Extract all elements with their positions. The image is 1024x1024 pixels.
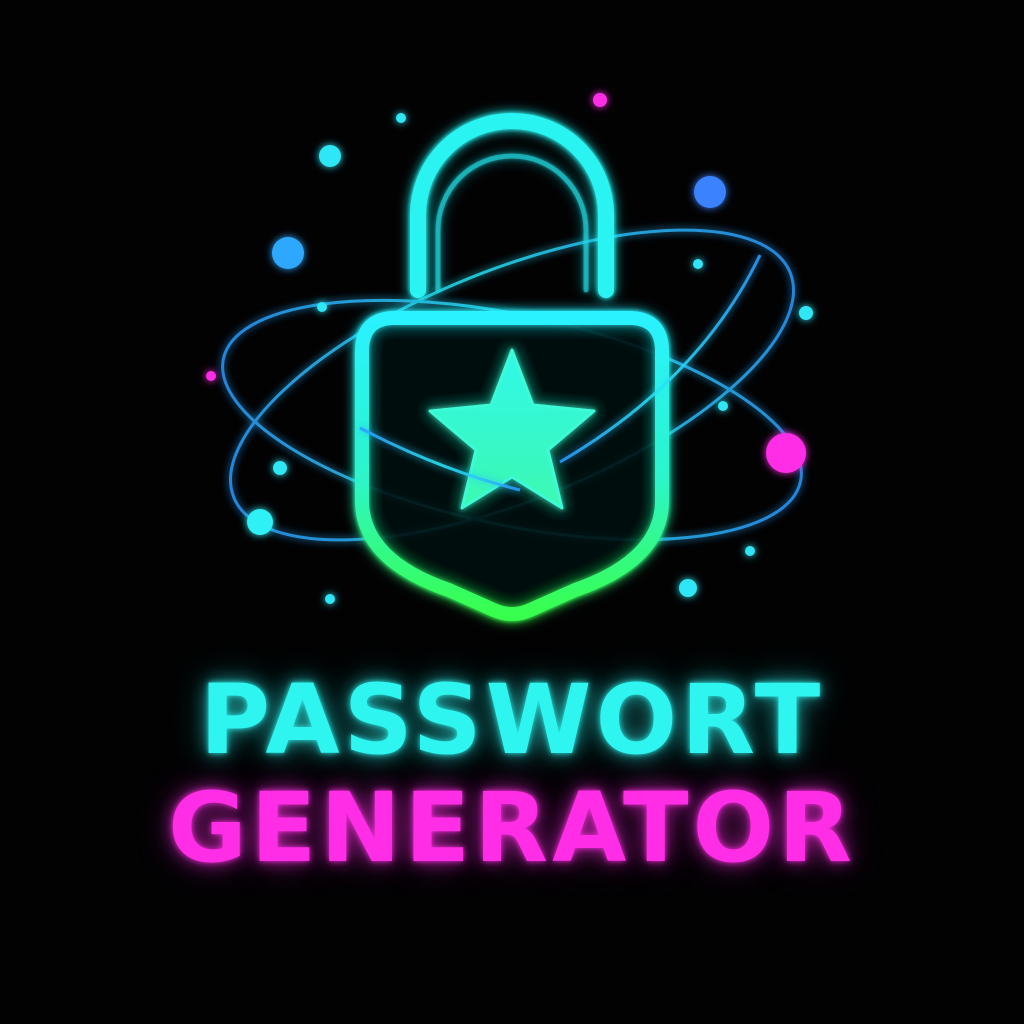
title-generator: GENERATOR — [167, 772, 857, 884]
logo-canvas: PASSWORT GENERATOR — [0, 0, 1024, 1024]
padlock-star-icon — [355, 113, 669, 621]
title-passwort: PASSWORT — [199, 664, 825, 776]
